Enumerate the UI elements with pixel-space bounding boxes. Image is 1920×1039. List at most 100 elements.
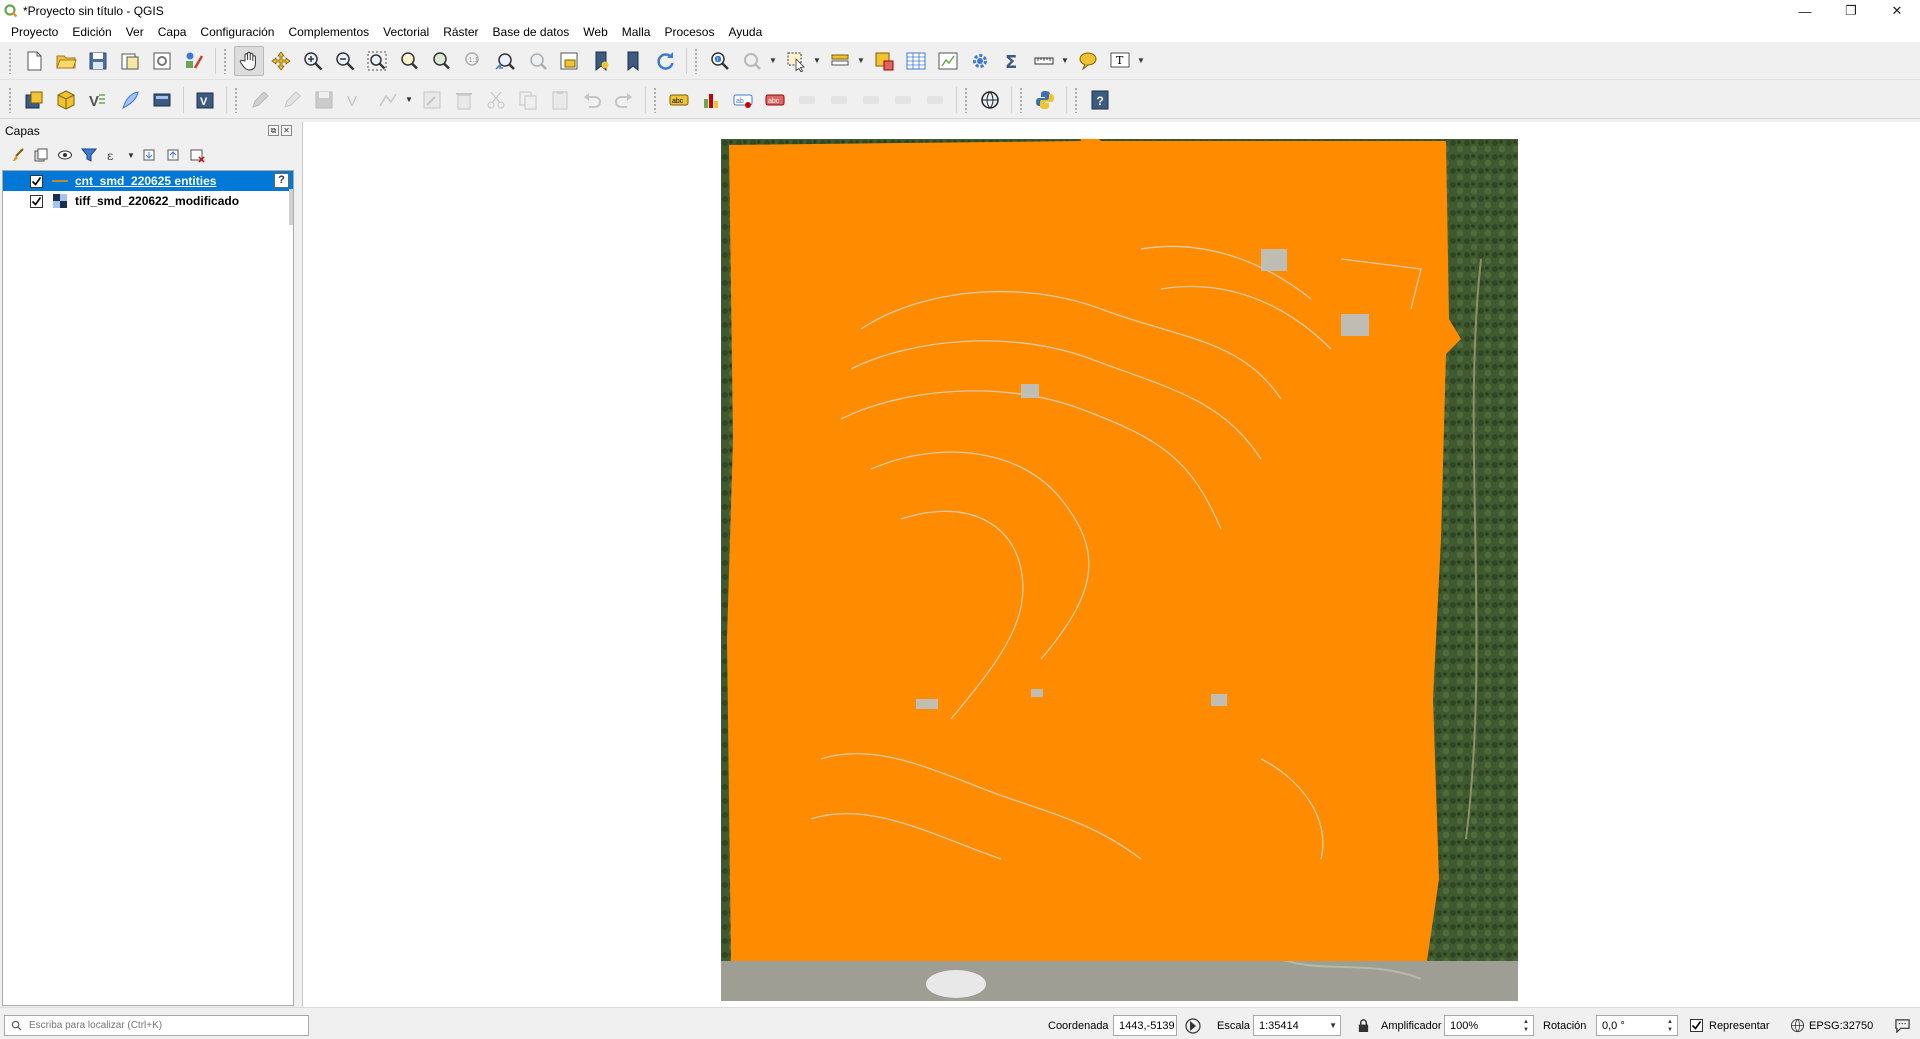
undo-button[interactable] <box>577 85 607 115</box>
measure-dropdown[interactable]: ▼ <box>1060 46 1070 76</box>
menu-web[interactable]: Web <box>576 25 614 39</box>
layer-visibility-checkbox[interactable] <box>30 194 43 208</box>
label-properties-button[interactable] <box>920 85 950 115</box>
menu-complementos[interactable]: Complementos <box>281 25 376 39</box>
change-label-button[interactable] <box>856 85 886 115</box>
toolbar-grip[interactable] <box>653 86 657 113</box>
menu-vectorial[interactable]: Vectorial <box>376 25 436 39</box>
new-spatialite-layer-button[interactable] <box>115 85 145 115</box>
field-calculator-button[interactable]: Σ <box>997 46 1027 76</box>
spin-arrows-icon[interactable]: ▲ ▼ <box>1519 1016 1533 1035</box>
menu-ver[interactable]: Ver <box>119 25 151 39</box>
expand-all-button[interactable] <box>138 144 160 166</box>
toolbar-grip[interactable] <box>234 86 238 113</box>
open-attribute-table-button[interactable] <box>901 46 931 76</box>
show-bookmarks-button[interactable] <box>618 46 648 76</box>
annotation-dropdown[interactable]: ▼ <box>1136 46 1146 76</box>
new-map-view-button[interactable] <box>554 46 584 76</box>
pan-to-selection-button[interactable] <box>266 46 296 76</box>
redo-button[interactable] <box>609 85 639 115</box>
render-checkbox[interactable] <box>1690 1019 1703 1032</box>
save-project-button[interactable] <box>83 46 113 76</box>
identify-features-button[interactable]: i <box>705 46 735 76</box>
render-toggle[interactable]: Representar <box>1690 1015 1770 1036</box>
layer-warning-badge[interactable]: ? <box>274 173 289 188</box>
zoom-last-button[interactable] <box>490 46 520 76</box>
lock-scale-button[interactable] <box>1357 1015 1370 1036</box>
coordinate-field[interactable]: 1443,-5139 <box>1113 1015 1177 1036</box>
open-project-button[interactable] <box>51 46 81 76</box>
zoom-native-button[interactable]: 1:1 <box>458 46 488 76</box>
minimize-button[interactable]: — <box>1782 0 1828 22</box>
new-shapefile-layer-button[interactable]: V <box>83 85 113 115</box>
python-console-button[interactable] <box>1030 85 1060 115</box>
zoom-next-button[interactable] <box>522 46 552 76</box>
new-print-layout-button[interactable] <box>115 46 145 76</box>
spin-arrows-icon[interactable]: ▲ ▼ <box>1663 1016 1677 1035</box>
pin-label-button[interactable] <box>888 85 918 115</box>
locator-input[interactable] <box>27 1019 297 1032</box>
rotation-spinbox[interactable]: 0,0 ° ▲ ▼ <box>1596 1015 1678 1036</box>
copy-features-button[interactable] <box>513 85 543 115</box>
toolbar-grip[interactable] <box>964 86 968 113</box>
layer-diagram-button[interactable] <box>696 85 726 115</box>
cut-features-button[interactable] <box>481 85 511 115</box>
show-hide-labels-button[interactable]: abc <box>760 85 790 115</box>
layer-tree-scrollbar[interactable] <box>289 189 293 225</box>
open-layer-styling-button[interactable] <box>6 144 28 166</box>
restore-button[interactable]: ❐ <box>1828 0 1874 22</box>
filter-legend-button[interactable] <box>78 144 100 166</box>
zoom-full-button[interactable] <box>362 46 392 76</box>
menu-ayuda[interactable]: Ayuda <box>721 25 769 39</box>
toolbar-grip[interactable] <box>223 47 227 74</box>
style-manager-button[interactable] <box>179 46 209 76</box>
menu-malla[interactable]: Malla <box>615 25 658 39</box>
filter-by-expression-button[interactable]: ε <box>102 144 124 166</box>
add-feature-button[interactable]: V <box>341 85 371 115</box>
layer-item-tiff-smd-modificado[interactable]: tiff_smd_220622_modificado <box>3 191 293 211</box>
new-virtual-layer-button[interactable] <box>147 85 177 115</box>
select-features-dropdown[interactable]: ▼ <box>812 46 822 76</box>
run-action-button[interactable] <box>737 46 767 76</box>
menu-base-de-datos[interactable]: Base de datos <box>486 25 577 39</box>
new-project-button[interactable] <box>19 46 49 76</box>
data-source-manager-button[interactable] <box>19 85 49 115</box>
menu-edicion[interactable]: Edición <box>65 25 118 39</box>
text-annotation-button[interactable]: T <box>1105 46 1135 76</box>
add-group-button[interactable] <box>30 144 52 166</box>
move-label-button[interactable] <box>792 85 822 115</box>
measure-line-button[interactable] <box>1029 46 1059 76</box>
zoom-to-selection-button[interactable] <box>394 46 424 76</box>
refresh-button[interactable] <box>650 46 680 76</box>
vertex-tool-button[interactable] <box>373 85 403 115</box>
filter-expression-dropdown[interactable]: ▼ <box>126 144 136 166</box>
layer-labeling-button[interactable]: abc <box>664 85 694 115</box>
run-action-dropdown[interactable]: ▼ <box>768 46 778 76</box>
crs-button[interactable]: EPSG:32750 <box>1790 1015 1873 1036</box>
current-edits-button[interactable] <box>245 85 275 115</box>
layer-visibility-checkbox[interactable] <box>30 174 43 188</box>
toggle-extents-button[interactable] <box>1184 1015 1202 1036</box>
layer-item-cnt-smd-entities[interactable]: cnt_smd_220625 entities ? <box>3 171 293 191</box>
new-bookmark-button[interactable] <box>586 46 616 76</box>
messages-button[interactable] <box>1894 1015 1911 1036</box>
save-edits-button[interactable] <box>309 85 339 115</box>
collapse-all-button[interactable] <box>162 144 184 166</box>
pan-map-button[interactable] <box>234 45 264 76</box>
select-features-button[interactable] <box>781 46 811 76</box>
close-panel-button[interactable]: ✕ <box>281 125 292 136</box>
statistical-summary-button[interactable] <box>933 46 963 76</box>
float-panel-button[interactable]: ⧉ <box>268 125 279 136</box>
highlight-pinned-labels-button[interactable]: ab <box>728 85 758 115</box>
remove-layer-button[interactable] <box>186 144 208 166</box>
magnifier-spinbox[interactable]: 100% ▲ ▼ <box>1444 1015 1534 1036</box>
zoom-in-button[interactable] <box>298 46 328 76</box>
scale-combobox[interactable]: 1:35414 ▼ <box>1253 1015 1341 1036</box>
locator-bar[interactable] <box>4 1015 309 1036</box>
toolbar-grip[interactable] <box>1074 86 1078 113</box>
zoom-to-layer-button[interactable] <box>426 46 456 76</box>
toggle-editing-button[interactable] <box>277 85 307 115</box>
delete-selected-button[interactable] <box>449 85 479 115</box>
menu-proyecto[interactable]: Proyecto <box>4 25 65 39</box>
toolbar-grip[interactable] <box>694 47 698 74</box>
